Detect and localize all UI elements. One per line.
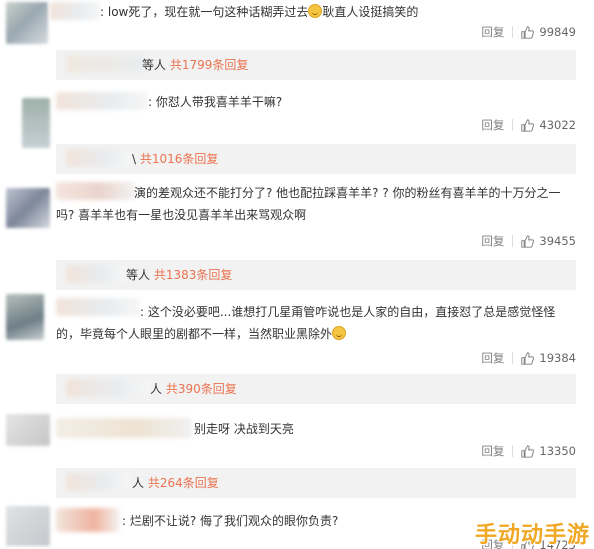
reply-button[interactable]: 回复 — [481, 443, 504, 459]
reply-thread-summary[interactable]: 人 共390条回复 — [56, 374, 576, 404]
avatar[interactable] — [6, 506, 50, 546]
reply-count-link[interactable]: 共1016条回复 — [140, 152, 219, 166]
thumbs-up-icon — [521, 351, 535, 365]
comment-actions: 回复 39455 — [481, 232, 576, 250]
username-blurred[interactable] — [56, 508, 120, 532]
comment-actions: 回复 43022 — [481, 116, 576, 134]
thumbs-up-icon — [521, 234, 535, 248]
comment-text: : 这个没必要吧...谁想打几星甭管咋说也是人家的自由，直接怼了总是感觉怪怪 — [140, 305, 556, 319]
reply-count-link[interactable]: 共390条回复 — [166, 382, 237, 396]
reply-users: \ — [132, 152, 140, 166]
thumbs-up-icon — [521, 25, 535, 39]
reply-button[interactable]: 回复 — [481, 24, 504, 40]
reply-thread-summary[interactable]: \ 共1016条回复 — [56, 144, 576, 174]
comment-actions: 回复 13350 — [481, 442, 576, 460]
divider — [512, 119, 514, 131]
reply-users-blurred — [66, 379, 150, 397]
divider — [512, 352, 514, 364]
like-count: 19384 — [539, 351, 576, 365]
comment-text: : low死了，现在就一句这种话糊弄过去 耿直人设挺搞笑的 — [100, 4, 419, 19]
reply-users-blurred — [66, 265, 126, 283]
like-count: 13350 — [539, 444, 576, 458]
avatar[interactable] — [6, 2, 48, 44]
username-blurred[interactable] — [50, 2, 100, 20]
reply-users-blurred — [66, 473, 130, 491]
thumbs-up-icon — [521, 444, 535, 458]
reply-users: 人 — [132, 476, 145, 490]
watermark-logo: 手动动手游 — [474, 523, 590, 548]
reply-thread-summary[interactable]: 人 共264条回复 — [56, 468, 576, 498]
username-blurred[interactable] — [56, 182, 136, 200]
reply-count-link[interactable]: 共1799条回复 — [170, 58, 249, 72]
reply-users-blurred — [66, 55, 144, 73]
grin-emoji-icon — [332, 326, 347, 340]
reply-users: 人 — [150, 382, 163, 396]
avatar[interactable] — [6, 414, 50, 446]
reply-users-blurred — [66, 149, 132, 167]
avatar[interactable] — [6, 188, 50, 228]
divider — [512, 235, 514, 247]
username-blurred[interactable] — [56, 92, 148, 110]
grin-emoji-icon — [308, 4, 323, 18]
like-count: 99849 — [539, 25, 576, 39]
like-button[interactable]: 43022 — [521, 118, 576, 132]
reply-thread-summary[interactable]: 等人 共1383条回复 — [56, 260, 576, 290]
username-blurred[interactable] — [56, 298, 140, 316]
like-button[interactable]: 39455 — [521, 234, 576, 248]
like-count: 39455 — [539, 234, 576, 248]
avatar[interactable] — [6, 294, 44, 340]
reply-button[interactable]: 回复 — [481, 117, 504, 133]
like-button[interactable]: 13350 — [521, 444, 576, 458]
like-count: 43022 — [539, 118, 576, 132]
comment-text: 演的差观众还不能打分了? 他也配拉踩喜羊羊? ? 你的粉丝有喜羊羊的十万分之一 — [134, 186, 561, 200]
divider — [512, 26, 514, 38]
username-blurred[interactable] — [56, 418, 192, 438]
thumbs-up-icon — [521, 118, 535, 132]
reply-users: 等人 — [126, 268, 151, 282]
reply-count-link[interactable]: 共264条回复 — [148, 476, 219, 490]
like-button[interactable]: 19384 — [521, 351, 576, 365]
reply-button[interactable]: 回复 — [481, 233, 504, 249]
reply-button[interactable]: 回复 — [481, 350, 504, 366]
comment-actions: 回复 99849 — [481, 23, 576, 41]
divider — [512, 445, 514, 457]
reply-thread-summary[interactable]: 等人 共1799条回复 — [56, 50, 576, 80]
avatar[interactable] — [22, 98, 50, 148]
like-button[interactable]: 99849 — [521, 25, 576, 39]
reply-users: 等人 — [142, 58, 167, 72]
comment-text: : 你怼人带我喜羊羊干嘛? — [148, 95, 283, 109]
reply-count-link[interactable]: 共1383条回复 — [154, 268, 233, 282]
comment-text: 别走呀 决战到天亮 — [194, 422, 294, 436]
comment-actions: 回复 19384 — [481, 349, 576, 367]
